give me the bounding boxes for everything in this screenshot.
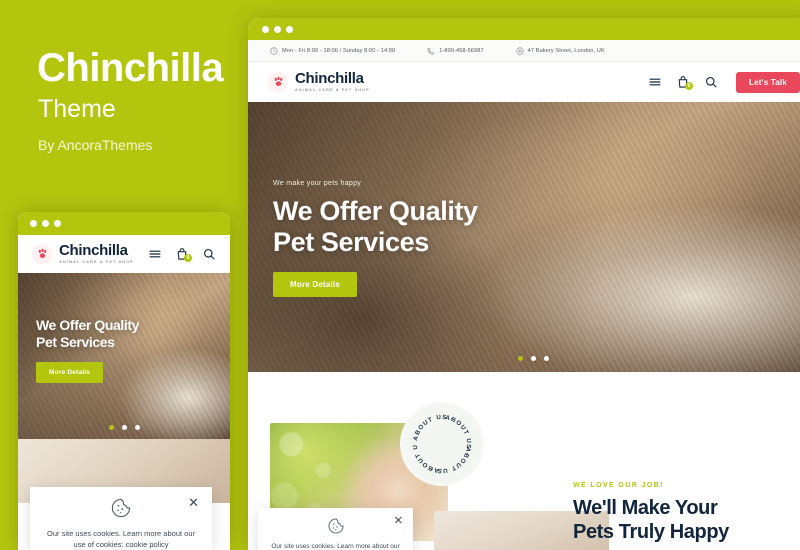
about-copy: WE LOVE OUR JOB! We'll Make Your Pets Tr… xyxy=(573,482,793,544)
tablet-hero-title-line2: Pet Services xyxy=(36,333,115,350)
tablet-window-titlebar xyxy=(18,212,230,235)
tablet-hero-slider-dots xyxy=(18,425,230,430)
desktop-browser-window: Mon - Fri 8:00 - 18:00 / Sunday 8:00 - 1… xyxy=(248,18,800,550)
desktop-window-titlebar xyxy=(248,18,800,40)
hero-title-line1: We Offer Quality xyxy=(273,196,478,226)
about-title-line2: Pets Truly Happy xyxy=(573,521,729,543)
hero-copy: We make your pets happy We Offer Quality… xyxy=(273,180,478,297)
hero-kicker: We make your pets happy xyxy=(273,180,362,187)
tablet-hero-more-details-button[interactable]: More Details xyxy=(36,362,104,384)
promo-title: Chinchilla xyxy=(37,46,224,90)
search-icon[interactable] xyxy=(704,75,718,89)
hero-slider-dots xyxy=(248,356,800,361)
cookie-icon xyxy=(327,517,345,535)
tablet-hero-slider-dot-3[interactable] xyxy=(134,425,140,430)
tablet-hero-slider-dot-2[interactable] xyxy=(121,425,127,430)
phone-icon xyxy=(427,47,435,55)
tablet-hero-title-line1: We Offer Quality xyxy=(36,317,140,333)
tablet-hero-slider: We Offer Quality Pet Services More Detai… xyxy=(18,273,230,439)
hamburger-menu-icon[interactable] xyxy=(148,247,162,261)
window-dot-maximize[interactable] xyxy=(286,25,293,33)
search-icon[interactable] xyxy=(202,247,216,261)
topbar-address-label: 47 Bakery Street, London, UK xyxy=(527,47,605,54)
logo-tagline: ANIMAL CARE & PET SHOP xyxy=(295,88,370,93)
cookie-icon xyxy=(110,497,132,519)
tablet-window-dot-maximize[interactable] xyxy=(54,220,61,227)
about-us-badge-svg: ABOUT US · ABOUT US · ABOUT US · ABOUT U… xyxy=(400,402,481,483)
shopping-bag-icon[interactable]: 0 xyxy=(676,75,693,90)
topbar-address: 47 Bakery Street, London, UK xyxy=(516,46,605,55)
about-title-line1: We'll Make Your xyxy=(573,497,718,519)
topbar-hours: Mon - Fri 8:00 - 18:00 / Sunday 8:00 - 1… xyxy=(270,46,396,55)
paw-icon xyxy=(268,71,288,92)
cookie-notice-desktop: ✕ Our site uses cookies. Learn more abou… xyxy=(258,508,413,550)
tablet-site-header: Chinchilla ANIMAL CARE & PET SHOP 0 xyxy=(18,235,230,273)
cookie-notice-text: Our site uses cookies. Learn more about … xyxy=(47,529,195,550)
window-dot-close[interactable] xyxy=(262,25,269,33)
clock-icon xyxy=(270,46,278,55)
site-logo[interactable]: Chinchilla ANIMAL CARE & PET SHOP xyxy=(268,71,370,93)
paw-icon xyxy=(32,243,52,264)
hero-title-line2: Pet Services xyxy=(273,226,429,257)
tablet-cart-count-badge: 0 xyxy=(184,254,192,262)
window-dot-minimize[interactable] xyxy=(274,25,281,33)
hero-slider-dot-1[interactable] xyxy=(517,356,523,361)
about-us-rotating-badge: ABOUT US · ABOUT US · ABOUT US · ABOUT U… xyxy=(400,402,484,486)
site-header: Chinchilla ANIMAL CARE & PET SHOP 0 Let'… xyxy=(248,62,800,102)
logo-name: Chinchilla xyxy=(295,70,364,88)
tablet-site-logo[interactable]: Chinchilla ANIMAL CARE & PET SHOP xyxy=(32,243,134,265)
tablet-traffic-lights xyxy=(30,220,61,227)
site-topbar: Mon - Fri 8:00 - 18:00 / Sunday 8:00 - 1… xyxy=(248,40,800,62)
hero-slider-dot-2[interactable] xyxy=(530,356,536,361)
promo-author: By AncoraThemes xyxy=(38,137,153,153)
tablet-header-actions: 0 xyxy=(148,247,216,262)
header-actions: 0 Let's Talk xyxy=(648,71,800,93)
promo-subtitle: Theme xyxy=(38,95,116,123)
location-pin-icon xyxy=(516,46,524,55)
hero-slider: We make your pets happy We Offer Quality… xyxy=(248,102,800,372)
tablet-window-dot-close[interactable] xyxy=(30,220,37,227)
cookie-notice-tablet: ✕ Our site uses cookies. Learn more abou… xyxy=(30,487,212,550)
close-icon[interactable]: ✕ xyxy=(188,496,199,509)
tablet-logo-tagline: ANIMAL CARE & PET SHOP xyxy=(59,260,134,265)
tablet-logo-name: Chinchilla xyxy=(59,242,128,260)
about-kicker: WE LOVE OUR JOB! xyxy=(573,482,664,489)
topbar-phone[interactable]: 1-800-458-56987 xyxy=(427,47,484,55)
close-icon[interactable]: ✕ xyxy=(394,516,403,527)
cookie-notice-text: Our site uses cookies. Learn more about … xyxy=(271,543,400,550)
tablet-hero-slider-dot-1[interactable] xyxy=(108,425,114,430)
hero-slider-dot-3[interactable] xyxy=(543,356,549,361)
tablet-hero-copy: We Offer Quality Pet Services More Detai… xyxy=(36,317,140,384)
lets-talk-button[interactable]: Let's Talk xyxy=(736,71,800,93)
window-traffic-lights xyxy=(262,25,293,33)
cart-count-badge: 0 xyxy=(685,82,693,90)
topbar-phone-label: 1-800-458-56987 xyxy=(439,47,484,54)
topbar-hours-label: Mon - Fri 8:00 - 18:00 / Sunday 8:00 - 1… xyxy=(282,47,396,54)
shopping-bag-icon[interactable]: 0 xyxy=(175,247,192,262)
hamburger-menu-icon[interactable] xyxy=(648,75,662,89)
tablet-window-dot-minimize[interactable] xyxy=(42,220,49,227)
hero-more-details-button[interactable]: More Details xyxy=(273,272,357,297)
